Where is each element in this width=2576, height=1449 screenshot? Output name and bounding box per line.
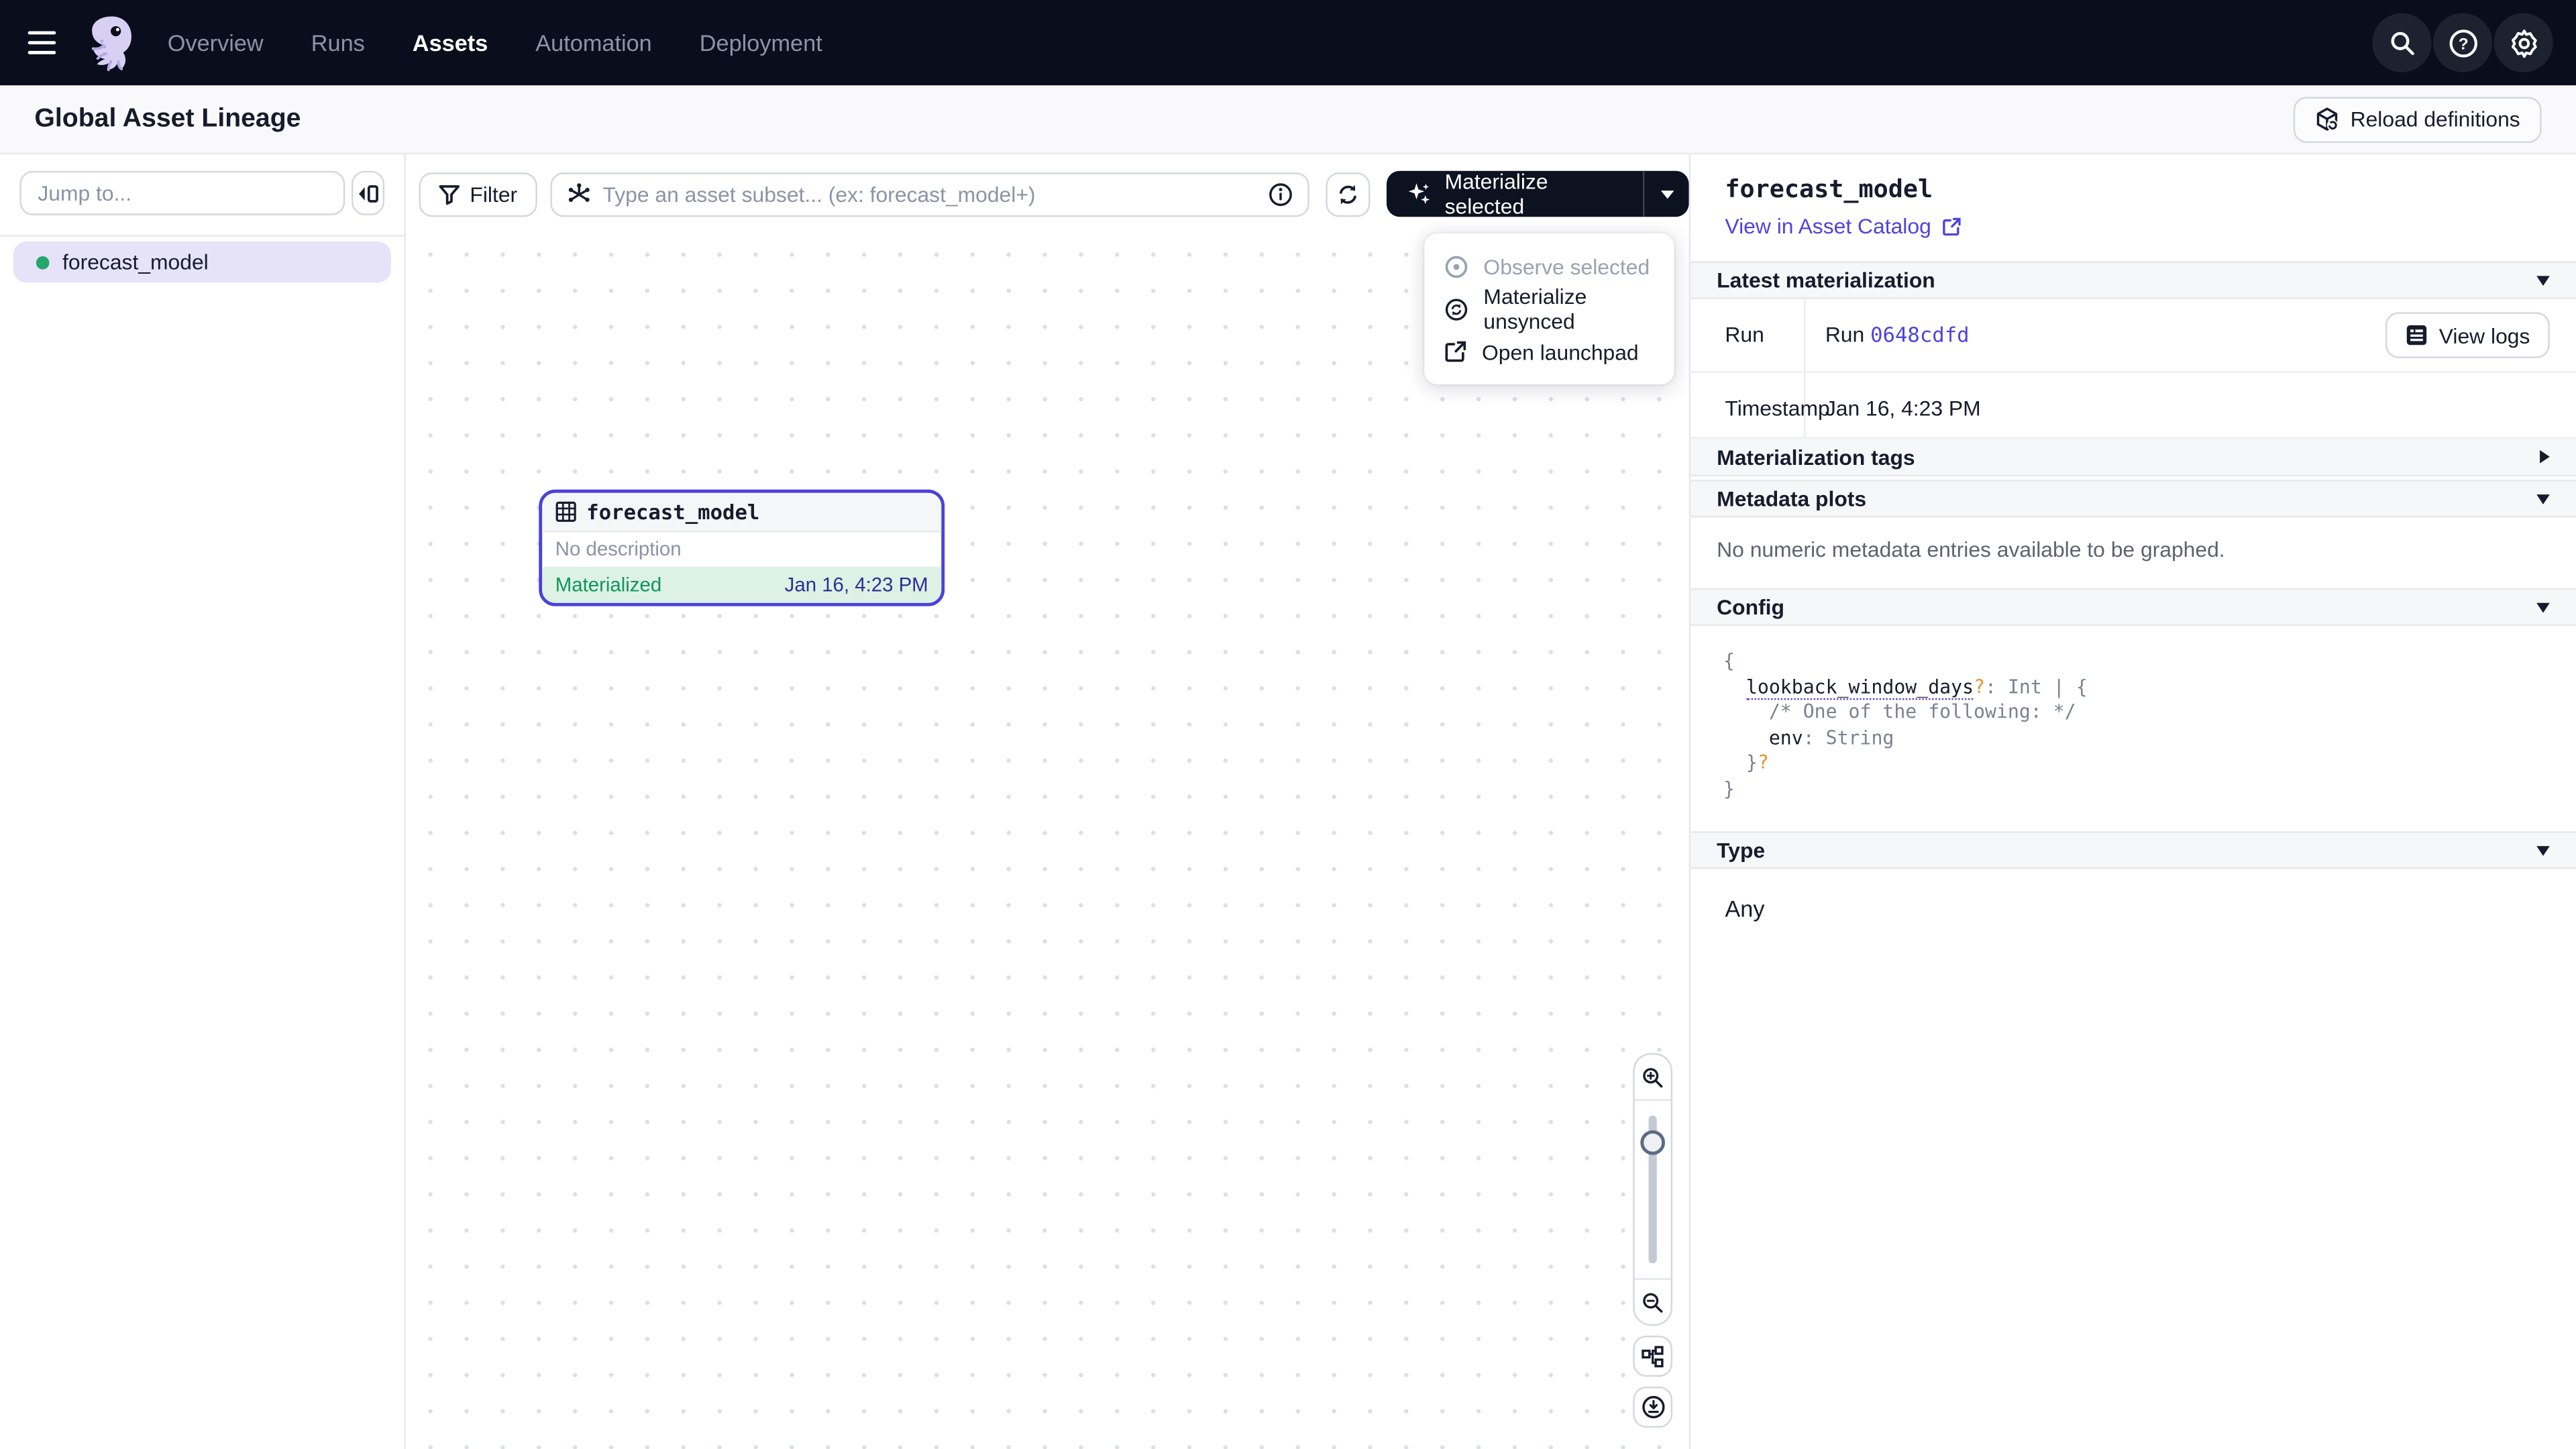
- asset-detail-panel: forecast_model View in Asset Catalog Lat…: [1689, 154, 2576, 1449]
- asset-subset-input[interactable]: [603, 182, 1258, 207]
- external-link-icon: [1941, 216, 1960, 235]
- nav-item-automation[interactable]: Automation: [535, 30, 651, 56]
- zoom-in-button[interactable]: [1635, 1055, 1671, 1099]
- table-icon: [555, 501, 577, 523]
- section-latest-materialization[interactable]: Latest materialization: [1690, 261, 2576, 299]
- view-in-asset-catalog-link[interactable]: View in Asset Catalog: [1725, 213, 2541, 238]
- rearrange-graph-button[interactable]: [1633, 1336, 1672, 1377]
- materialized-status: Materialized: [555, 574, 661, 596]
- page-title: Global Asset Lineage: [34, 105, 301, 134]
- top-nav: Overview Runs Assets Automation Deployme…: [0, 0, 2576, 85]
- asset-graph-icon: [567, 182, 592, 207]
- section-materialization-tags[interactable]: Materialization tags: [1690, 439, 2576, 476]
- info-icon[interactable]: [1269, 182, 1294, 207]
- reload-cube-icon: [2314, 107, 2339, 131]
- menu-item-materialize-unsynced[interactable]: Materialize unsynced: [1424, 288, 1674, 331]
- chevron-right-icon: [2540, 450, 2550, 464]
- menu-icon[interactable]: [23, 21, 66, 64]
- jump-to-input[interactable]: [19, 171, 345, 215]
- asset-node-name: forecast_model: [586, 499, 759, 524]
- help-icon[interactable]: ?: [2433, 13, 2492, 72]
- section-config[interactable]: Config: [1690, 588, 2576, 626]
- materialized-timestamp: Jan 16, 4:23 PM: [785, 574, 928, 596]
- materialize-selected-button: Materialize selected: [1387, 171, 1689, 217]
- refresh-icon[interactable]: [1326, 172, 1371, 216]
- status-dot-icon: [36, 256, 50, 269]
- asset-node-status-bar: Materialized Jan 16, 4:23 PM: [542, 567, 941, 603]
- menu-item-open-launchpad[interactable]: Open launchpad: [1424, 330, 1674, 373]
- asset-subset-search: [550, 172, 1310, 216]
- asset-node-forecast-model[interactable]: forecast_model No description Materializ…: [539, 490, 945, 606]
- lineage-canvas[interactable]: Filter: [406, 154, 1689, 1449]
- materialize-sync-icon: [1444, 297, 1469, 321]
- filter-button[interactable]: Filter: [419, 172, 537, 216]
- nav-item-runs[interactable]: Runs: [311, 30, 365, 56]
- page-header: Global Asset Lineage Reload definitions: [0, 85, 2576, 154]
- metadata-plots-empty-text: No numeric metadata entries available to…: [1690, 517, 2576, 588]
- collapse-panel-button[interactable]: [352, 171, 384, 215]
- chevron-down-icon: [2536, 494, 2550, 504]
- materialize-dropdown-menu: Observe selected Materialize unsynced Op…: [1424, 233, 1674, 384]
- nav-links: Overview Runs Assets Automation Deployme…: [168, 30, 822, 56]
- materialize-dropdown-toggle[interactable]: [1644, 171, 1689, 217]
- section-type[interactable]: Type: [1690, 831, 2576, 869]
- logs-icon: [2404, 323, 2427, 346]
- app-root: Overview Runs Assets Automation Deployme…: [0, 0, 2576, 1449]
- sidebar-item-label: forecast_model: [62, 250, 209, 274]
- reload-definitions-button[interactable]: Reload definitions: [2293, 96, 2542, 142]
- type-value: Any: [1690, 869, 2576, 949]
- timestamp-row: Timestamp Jan 16, 4:23 PM: [1690, 373, 2576, 439]
- config-code-block: { lookback_window_days?: Int | { /* One …: [1690, 626, 2576, 831]
- settings-gear-icon[interactable]: [2494, 13, 2553, 72]
- asset-node-description: No description: [542, 532, 941, 566]
- panel-asset-title: forecast_model: [1725, 174, 2541, 204]
- dagster-logo-icon[interactable]: [79, 10, 145, 76]
- asset-sidebar: forecast_model: [0, 154, 406, 1449]
- materialize-selected-main[interactable]: Materialize selected: [1387, 171, 1644, 217]
- zoom-controls: [1633, 1053, 1672, 1428]
- external-link-icon: [1444, 340, 1467, 363]
- view-logs-button[interactable]: View logs: [2385, 312, 2550, 358]
- run-row: Run Run 0648cdfd View logs: [1690, 299, 2576, 373]
- section-metadata-plots[interactable]: Metadata plots: [1690, 480, 2576, 517]
- run-id-link[interactable]: 0648cdfd: [1870, 322, 1969, 347]
- observe-circle-dot-icon: [1444, 254, 1469, 278]
- download-image-button[interactable]: [1633, 1387, 1672, 1428]
- chevron-down-icon: [2536, 602, 2550, 612]
- search-icon[interactable]: [2372, 13, 2431, 72]
- chevron-down-icon: [2536, 845, 2550, 855]
- nav-item-deployment[interactable]: Deployment: [700, 30, 822, 56]
- chevron-down-icon: [2536, 275, 2550, 285]
- sidebar-item-forecast-model[interactable]: forecast_model: [13, 241, 391, 282]
- zoom-slider-thumb[interactable]: [1640, 1130, 1665, 1155]
- nav-item-overview[interactable]: Overview: [168, 30, 264, 56]
- chevron-down-icon: [1660, 190, 1674, 198]
- nav-item-assets[interactable]: Assets: [413, 30, 488, 56]
- filter-funnel-icon: [439, 183, 460, 205]
- graph-toolbar: Filter: [419, 171, 1688, 217]
- svg-text:?: ?: [2458, 34, 2468, 52]
- sparkle-icon: [1407, 180, 1433, 207]
- menu-item-observe-selected: Observe selected: [1424, 245, 1674, 288]
- zoom-out-button[interactable]: [1635, 1280, 1671, 1324]
